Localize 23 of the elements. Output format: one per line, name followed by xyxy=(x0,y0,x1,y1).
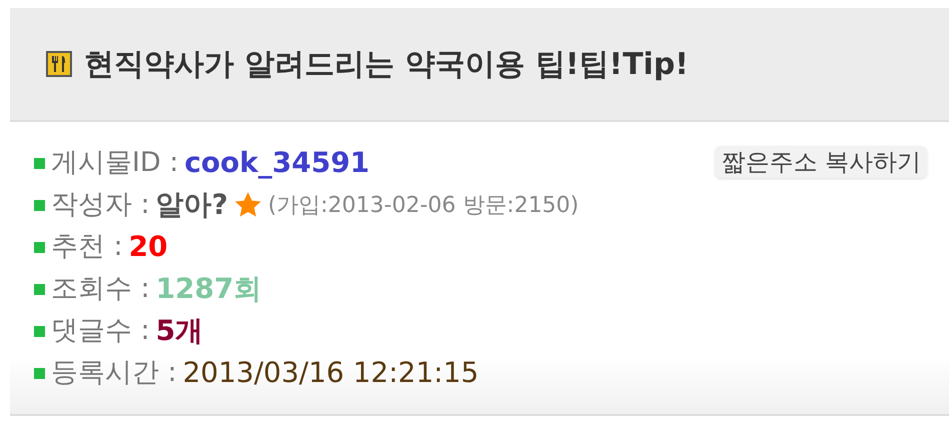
member-info: (가입:2013-02-06 방문:2150) xyxy=(268,192,579,220)
field-value: cook_34591 xyxy=(184,145,370,181)
restaurant-icon xyxy=(46,51,72,77)
field-label: 댓글수 : xyxy=(51,314,150,348)
bullet-icon xyxy=(34,284,45,294)
field-value: 1287회 xyxy=(156,271,262,307)
bullet-icon xyxy=(34,368,45,378)
copy-short-url-button[interactable]: 짧은주소 복사하기 xyxy=(715,146,927,178)
field-value: 알아? xyxy=(156,187,228,223)
field-value: 20 xyxy=(128,229,168,265)
field-label: 추천 : xyxy=(51,230,123,264)
bullet-icon xyxy=(34,242,45,252)
field-label: 조회수 : xyxy=(51,272,150,306)
field-label: 등록시간 : xyxy=(51,356,177,390)
field-label: 작성자 : xyxy=(51,188,150,222)
field-value: 2013/03/16 12:21:15 xyxy=(182,355,479,391)
star-icon xyxy=(234,191,262,219)
bullet-icon xyxy=(34,326,45,336)
bullet-icon xyxy=(34,200,45,210)
field-value: 5개 xyxy=(156,313,204,349)
page-title: 현직약사가 알려드리는 약국이용 팁!팁!Tip! xyxy=(84,46,689,84)
bullet-icon xyxy=(34,158,45,168)
field-label: 게시물ID : xyxy=(51,146,178,180)
